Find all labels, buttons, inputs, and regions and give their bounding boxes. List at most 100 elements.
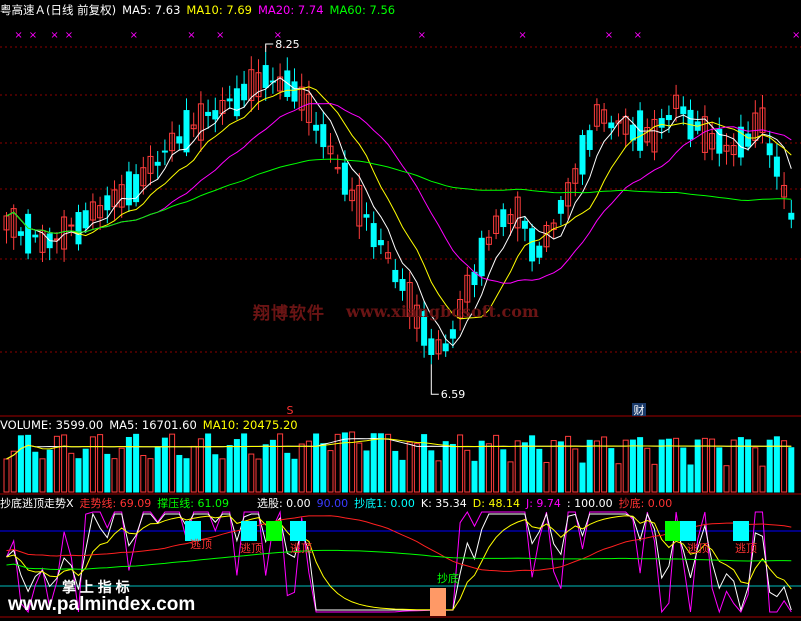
candle-down bbox=[536, 245, 543, 258]
volume-readout: VOLUME: 3599.00 bbox=[0, 418, 104, 432]
candle-down bbox=[442, 343, 449, 352]
mark-x: × bbox=[65, 30, 73, 41]
volume-bar-down bbox=[154, 446, 161, 493]
volume-bar-up bbox=[147, 458, 154, 493]
volume-bar-down bbox=[478, 440, 485, 493]
candle-down bbox=[658, 118, 665, 128]
volume-bar-down bbox=[766, 439, 773, 493]
candle-down bbox=[766, 143, 773, 156]
volume-bar-down bbox=[32, 451, 39, 493]
signal-block bbox=[665, 521, 681, 541]
candle-down bbox=[313, 124, 320, 131]
volume-bar-down bbox=[500, 449, 507, 493]
candle-down bbox=[529, 228, 536, 262]
taoding-tag: 逃顶 bbox=[290, 542, 312, 555]
volume-bar-up bbox=[543, 461, 550, 493]
candle-down bbox=[773, 156, 780, 177]
volume-bar-down bbox=[269, 439, 276, 493]
candle-down bbox=[680, 106, 687, 115]
indicator-support-line bbox=[6, 549, 792, 571]
volume-bar-down bbox=[399, 459, 406, 493]
volume-bar-down bbox=[241, 433, 248, 493]
volume-bar-down bbox=[658, 439, 665, 493]
k-readout: K: 35.34 bbox=[420, 497, 467, 510]
volume-bar-down bbox=[25, 434, 32, 493]
volume-bar-down bbox=[291, 458, 298, 493]
mark-x: × bbox=[14, 30, 22, 41]
marker-s: S bbox=[287, 404, 294, 417]
volume-bar-down bbox=[471, 460, 478, 493]
volume-bar-up bbox=[277, 433, 284, 493]
candle-down bbox=[205, 111, 212, 116]
candle-down bbox=[125, 171, 132, 206]
volume-bar-down bbox=[313, 433, 320, 493]
volume-bar-down bbox=[17, 435, 24, 493]
candle-down bbox=[377, 240, 384, 246]
chaodi-readout: 抄底: 0.00 bbox=[618, 497, 673, 510]
trend-readout: 走势线: 69.09 bbox=[79, 497, 152, 510]
candle-down bbox=[341, 162, 348, 195]
taoding-tag: 逃顶 bbox=[735, 542, 757, 555]
volume-bar-down bbox=[377, 433, 384, 493]
ma5-readout: MA5: 7.63 bbox=[122, 3, 181, 17]
volume-bar-up bbox=[759, 465, 766, 493]
volume-bar-down bbox=[788, 447, 795, 493]
volume-bar-up bbox=[781, 440, 788, 493]
candle-down bbox=[399, 279, 406, 291]
candle-down bbox=[262, 65, 269, 88]
volume-bar-down bbox=[449, 443, 456, 493]
volume-bar-up bbox=[298, 443, 305, 493]
candle-down bbox=[183, 110, 190, 153]
volume-legend: VOLUME: 3599.00 MA5: 16701.60 MA10: 20475.… bbox=[0, 418, 304, 433]
candle-down bbox=[608, 122, 615, 129]
ma60-readout: MA60: 7.56 bbox=[329, 3, 396, 17]
candle-down bbox=[586, 130, 593, 150]
high-leader bbox=[265, 43, 274, 53]
volume-bar-down bbox=[665, 438, 672, 493]
volume-bar-up bbox=[39, 458, 46, 493]
volume-bar-up bbox=[406, 441, 413, 493]
candle-down bbox=[104, 195, 111, 211]
volume-bar-up bbox=[572, 448, 579, 493]
volume-bar-down bbox=[629, 439, 636, 493]
volume-bar-down bbox=[75, 458, 82, 493]
volume-bar-down bbox=[46, 449, 53, 493]
volume-bar-up bbox=[493, 434, 500, 493]
volume-bar-up bbox=[730, 439, 737, 493]
candle-down bbox=[75, 212, 82, 245]
volume-bar-down bbox=[579, 462, 586, 493]
hundred-readout: : 100.00 bbox=[566, 497, 613, 510]
candle-up bbox=[68, 224, 75, 227]
volume-bar-up bbox=[593, 440, 600, 493]
mark-x: × bbox=[216, 30, 224, 41]
candle-down bbox=[428, 338, 435, 355]
candle-down bbox=[579, 135, 586, 175]
volume-bar-down bbox=[773, 436, 780, 493]
volume-bar-up bbox=[68, 452, 75, 493]
candle-down bbox=[161, 150, 168, 153]
candle-down bbox=[370, 223, 377, 248]
watermark-url: www.xiangbosoft.com bbox=[346, 302, 539, 321]
volume-bar-up bbox=[709, 438, 716, 493]
mark-x: × bbox=[50, 30, 58, 41]
indicator-name: 抄底逃顶走势X bbox=[0, 497, 74, 510]
candle-down bbox=[500, 209, 507, 228]
mark-x: × bbox=[29, 30, 37, 41]
volume-bar-down bbox=[233, 439, 240, 493]
candle-down bbox=[788, 212, 795, 220]
volume-bar-down bbox=[687, 464, 694, 493]
volume-bar-up bbox=[435, 460, 442, 493]
ninety-readout: 90.00 bbox=[316, 497, 349, 510]
volume-bar-down bbox=[212, 454, 219, 493]
volume-bar-down bbox=[205, 433, 212, 493]
volume-bar-down bbox=[183, 458, 190, 493]
candle-down bbox=[212, 110, 219, 120]
mark-x: × bbox=[187, 30, 195, 41]
watermark-cn: 翔博软件 bbox=[253, 304, 325, 324]
volume-bar-up bbox=[651, 463, 658, 493]
ma20-readout: MA20: 7.74 bbox=[257, 3, 324, 17]
support-readout: 撑压线: 61.09 bbox=[157, 497, 229, 510]
volume-bar-down bbox=[586, 439, 593, 493]
volume-bar-up bbox=[10, 450, 17, 493]
d-readout: D: 48.14 bbox=[472, 497, 520, 510]
